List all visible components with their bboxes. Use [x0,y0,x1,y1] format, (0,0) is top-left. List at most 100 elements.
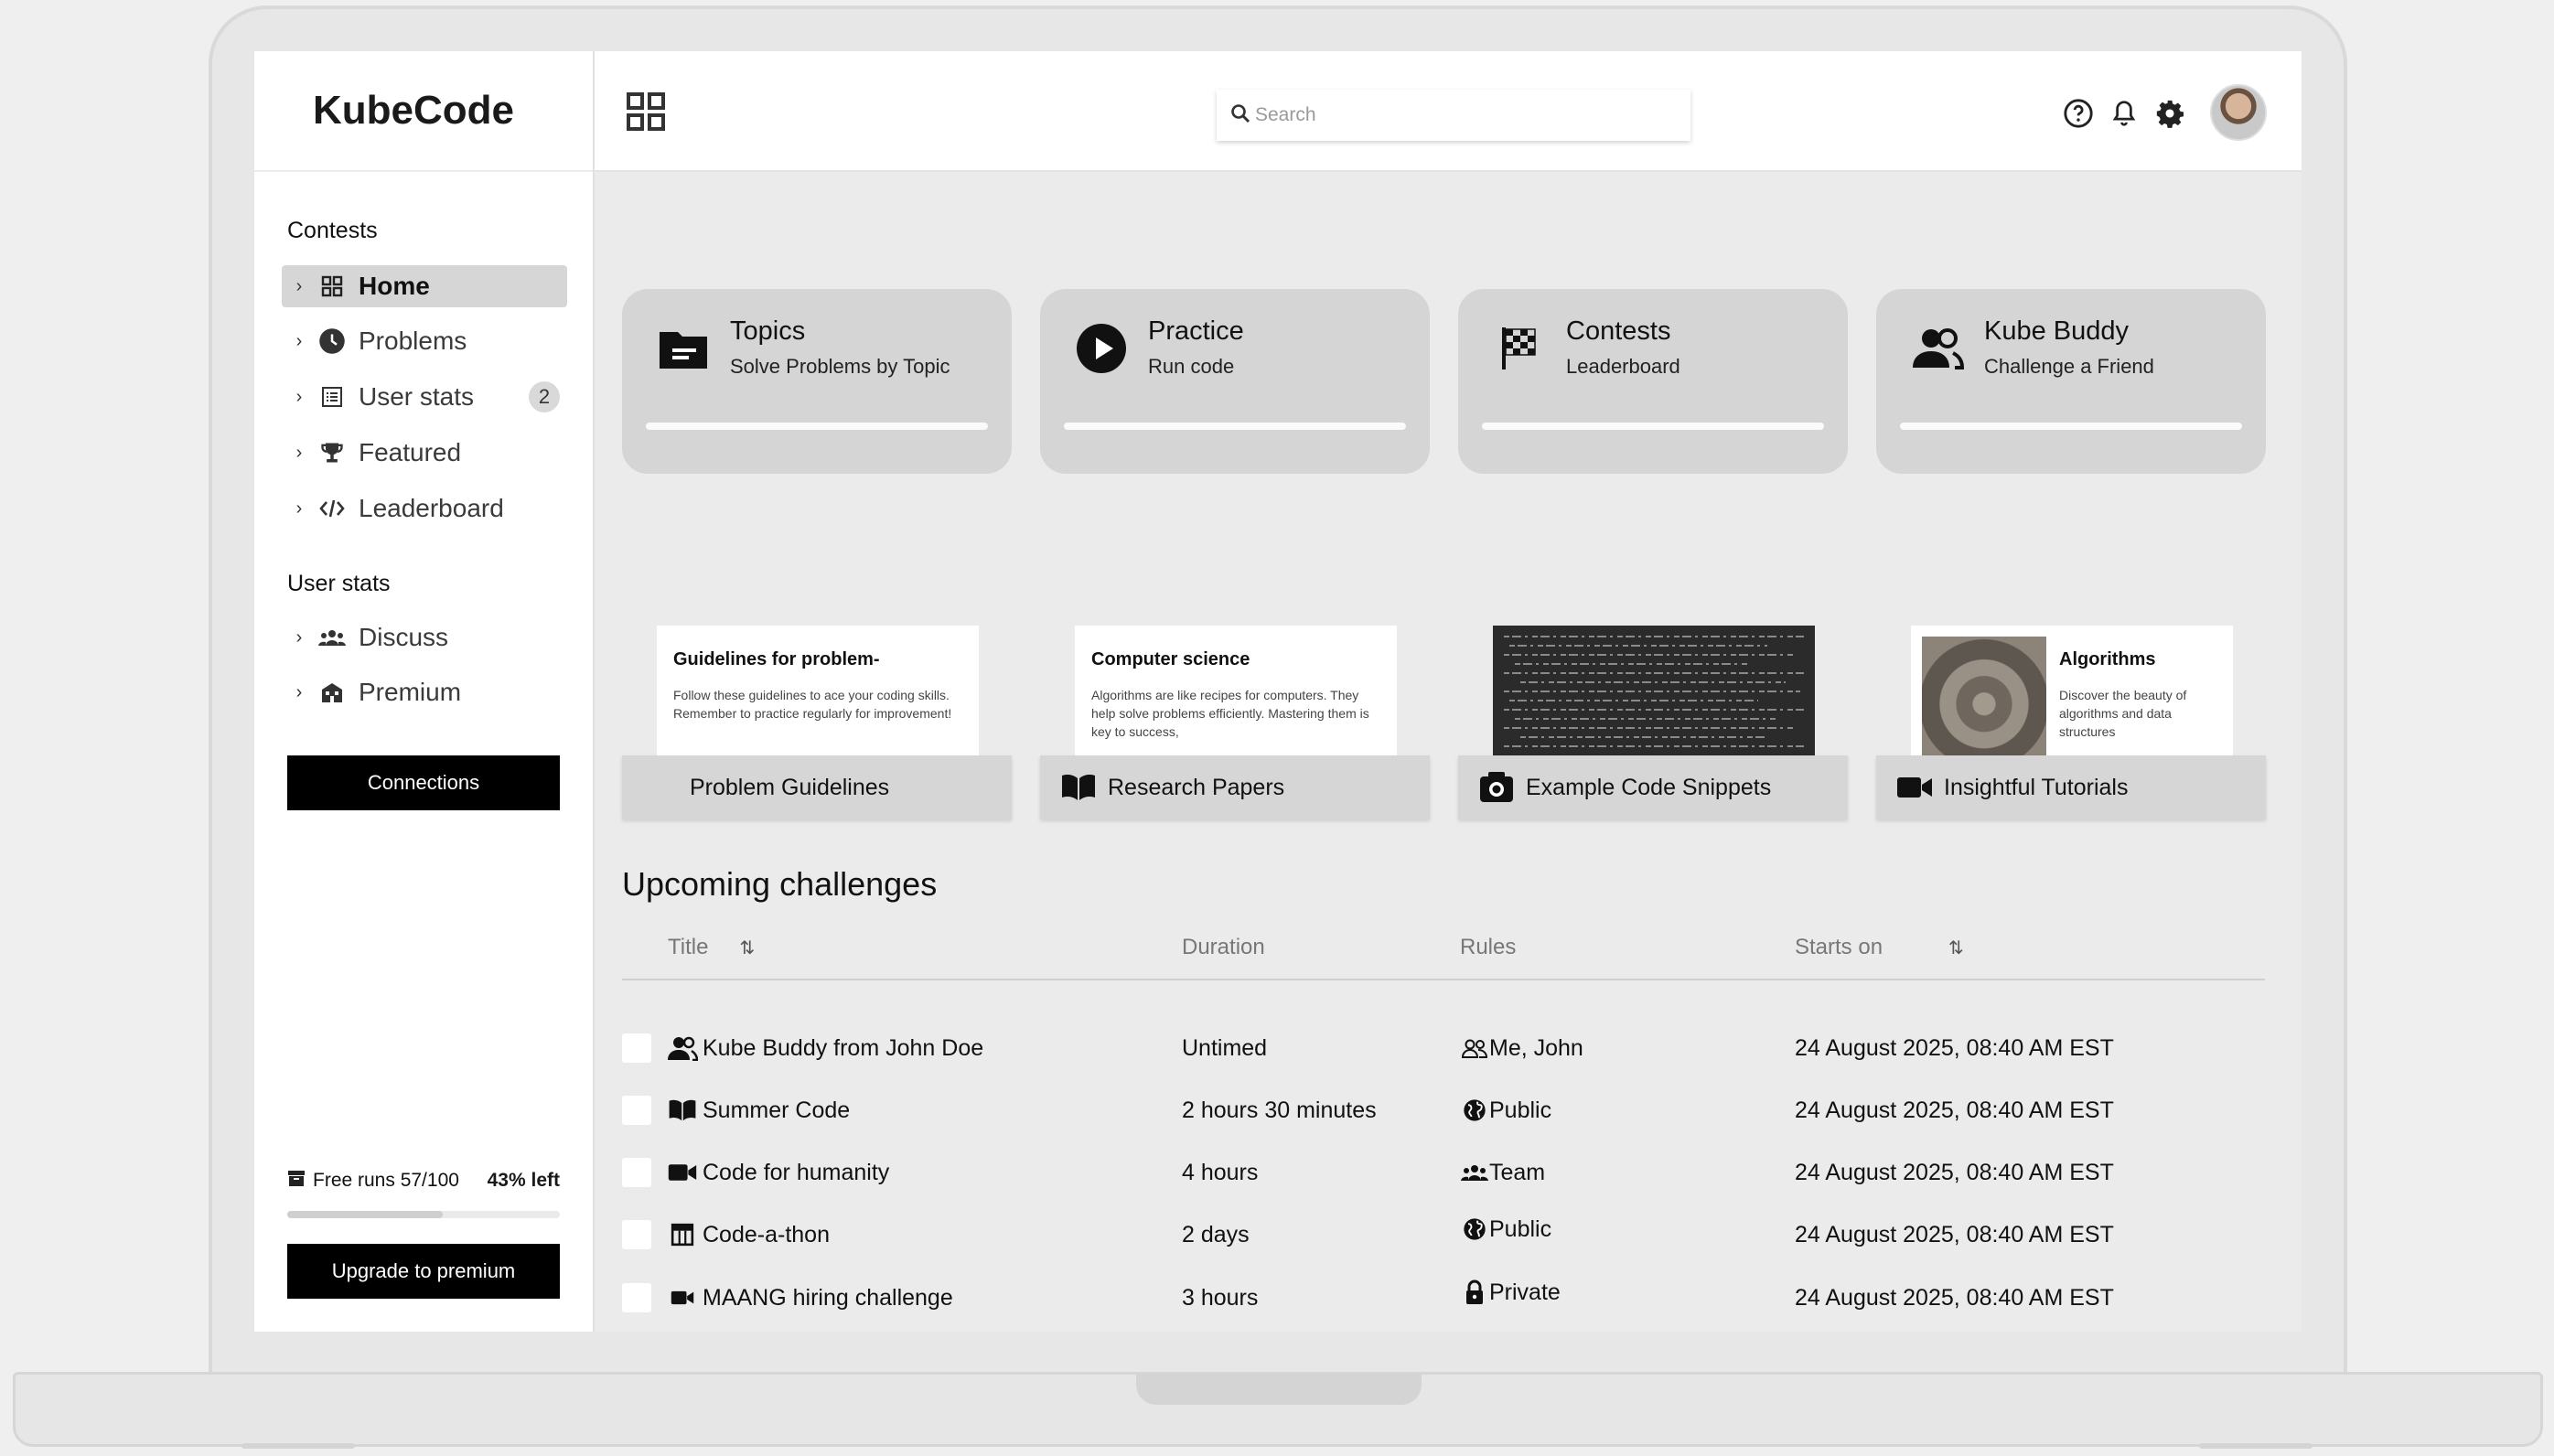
card-label: Research Papers [1108,774,1285,800]
sidebar-item-user-stats[interactable]: › User stats 2 [282,376,567,418]
count-badge: 2 [529,381,560,412]
video-icon [666,1158,699,1187]
app-screen: KubeCode Contests › Home › Problems › Us… [254,51,2302,1332]
rules-cell: Public [1460,1205,1551,1253]
archive-icon [287,1169,306,1193]
code-icon [317,495,348,522]
table-row[interactable]: Summer Code 2 hours 30 minutes Public 24… [622,1087,2265,1134]
search-box[interactable] [1217,90,1690,141]
sidebar-item-home[interactable]: › Home [282,265,567,307]
laptop-notch [1136,1374,1422,1405]
rules-cell: Team [1460,1149,1545,1196]
row-checkbox[interactable] [622,1283,651,1312]
lock-icon [1460,1278,1489,1307]
thumbnail-text: Algorithms are like recipes for computer… [1091,688,1369,739]
clock-icon [317,327,348,355]
column-label: Duration [1182,935,1265,959]
challenge-rules: Me, John [1489,1034,1583,1061]
challenge-rules: Public [1489,1215,1552,1242]
upgrade-button[interactable]: Upgrade to premium [287,1244,560,1299]
table-row[interactable]: Kube Buddy from John Doe Untimed Me, Joh… [622,1024,2265,1072]
group-icon [1460,1158,1489,1187]
title-cell: MAANG hiring challenge [666,1274,953,1322]
card-divider [1064,423,1406,430]
chevron-right-icon: › [295,442,303,463]
row-checkbox[interactable] [622,1158,651,1187]
column-header-title[interactable]: Title ⇅ [668,935,755,960]
practice-card[interactable]: Practice Run code [1040,289,1430,474]
apps-grid-icon[interactable] [626,91,666,132]
sidebar-item-label: Featured [359,438,462,466]
top-header [595,51,2302,172]
sidebar-section-title: User stats [287,571,391,596]
row-checkbox[interactable] [622,1220,651,1249]
sidebar-item-leaderboard[interactable]: › Leaderboard [282,487,567,530]
book-icon [1060,769,1097,806]
card-title: Kube Buddy [1984,316,2130,346]
table-row[interactable]: Code for humanity 4 hours Team 24 August… [622,1149,2265,1196]
card-subtitle: Run code [1148,355,1235,378]
table-row[interactable]: Code-a-thon 2 days Public 24 August 2025… [622,1211,2265,1258]
kube-buddy-card[interactable]: Kube Buddy Challenge a Friend [1876,289,2266,474]
search-icon [1229,102,1251,129]
gear-icon[interactable] [2153,97,2186,130]
trophy-icon [317,439,348,466]
free-runs-label-group: Free runs 57/100 [287,1169,459,1193]
card-title: Contests [1566,316,1671,346]
research-papers-card[interactable]: Computer science Algorithms are like rec… [1040,626,1430,819]
calendar-table-icon [666,1220,699,1249]
sidebar-item-discuss[interactable]: › Discuss [282,616,567,658]
people-icon [666,1033,699,1063]
sidebar-item-problems[interactable]: › Problems [282,320,567,362]
help-icon[interactable] [2062,97,2095,130]
column-header-rules[interactable]: Rules [1460,935,1516,960]
challenge-duration: Untimed [1182,1034,1268,1061]
sidebar-item-label: Problems [359,327,467,355]
insightful-tutorials-card[interactable]: Algorithms Discover the beauty of algori… [1876,626,2266,819]
row-checkbox[interactable] [622,1096,651,1125]
title-cell: Code-a-thon [666,1211,830,1258]
sidebar-item-label: Premium [359,678,462,706]
challenge-rules: Public [1489,1097,1552,1123]
sort-icon[interactable]: ⇅ [739,937,755,959]
list-icon [317,383,348,411]
sidebar-item-featured[interactable]: › Featured [282,432,567,474]
card-subtitle: Leaderboard [1566,355,1680,378]
app-logo[interactable]: KubeCode [313,88,514,134]
card-label: Insightful Tutorials [1944,774,2129,800]
topics-card[interactable]: Topics Solve Problems by Topic [622,289,1012,474]
globe-icon [1460,1096,1489,1125]
table-row[interactable]: MAANG hiring challenge 3 hours Private 2… [622,1274,2265,1322]
column-header-starts-on[interactable]: Starts on ⇅ [1795,935,1964,960]
bell-icon[interactable] [2108,97,2141,130]
challenge-start-date: 24 August 2025, 08:40 AM EST [1795,1034,2114,1061]
contests-card[interactable]: Contests Leaderboard [1458,289,1848,474]
play-icon [1075,322,1128,375]
sort-icon[interactable]: ⇅ [1948,937,1964,959]
card-label: Problem Guidelines [690,774,890,800]
challenge-start-date: 24 August 2025, 08:40 AM EST [1795,1159,2114,1185]
card-subtitle: Challenge a Friend [1984,355,2154,378]
chevron-right-icon: › [295,498,303,519]
card-divider [1900,423,2242,430]
sidebar-item-premium[interactable]: › Premium [282,671,567,713]
row-checkbox[interactable] [622,1033,651,1063]
example-code-snippets-card[interactable]: Example Code Snippets [1458,626,1848,819]
problem-guidelines-card[interactable]: Guidelines for problem- Follow these gui… [622,626,1012,819]
table-header-divider [622,979,2265,980]
folder-icon [657,322,710,375]
sidebar-section-title: Contests [287,218,378,243]
challenge-duration: 3 hours [1182,1284,1259,1311]
user-avatar[interactable] [2210,84,2267,141]
card-label: Example Code Snippets [1526,774,1772,800]
sidebar-item-label: Discuss [359,623,449,651]
challenge-start-date: 24 August 2025, 08:40 AM EST [1795,1284,2114,1311]
column-label: Rules [1460,935,1517,959]
laptop-foot [2199,1443,2313,1449]
connections-button[interactable]: Connections [287,755,560,810]
logo-area: KubeCode [254,51,593,172]
laptop-foot [241,1443,355,1449]
column-label: Starts on [1795,935,1883,959]
search-input[interactable] [1255,104,1658,126]
column-header-duration[interactable]: Duration [1182,935,1265,960]
